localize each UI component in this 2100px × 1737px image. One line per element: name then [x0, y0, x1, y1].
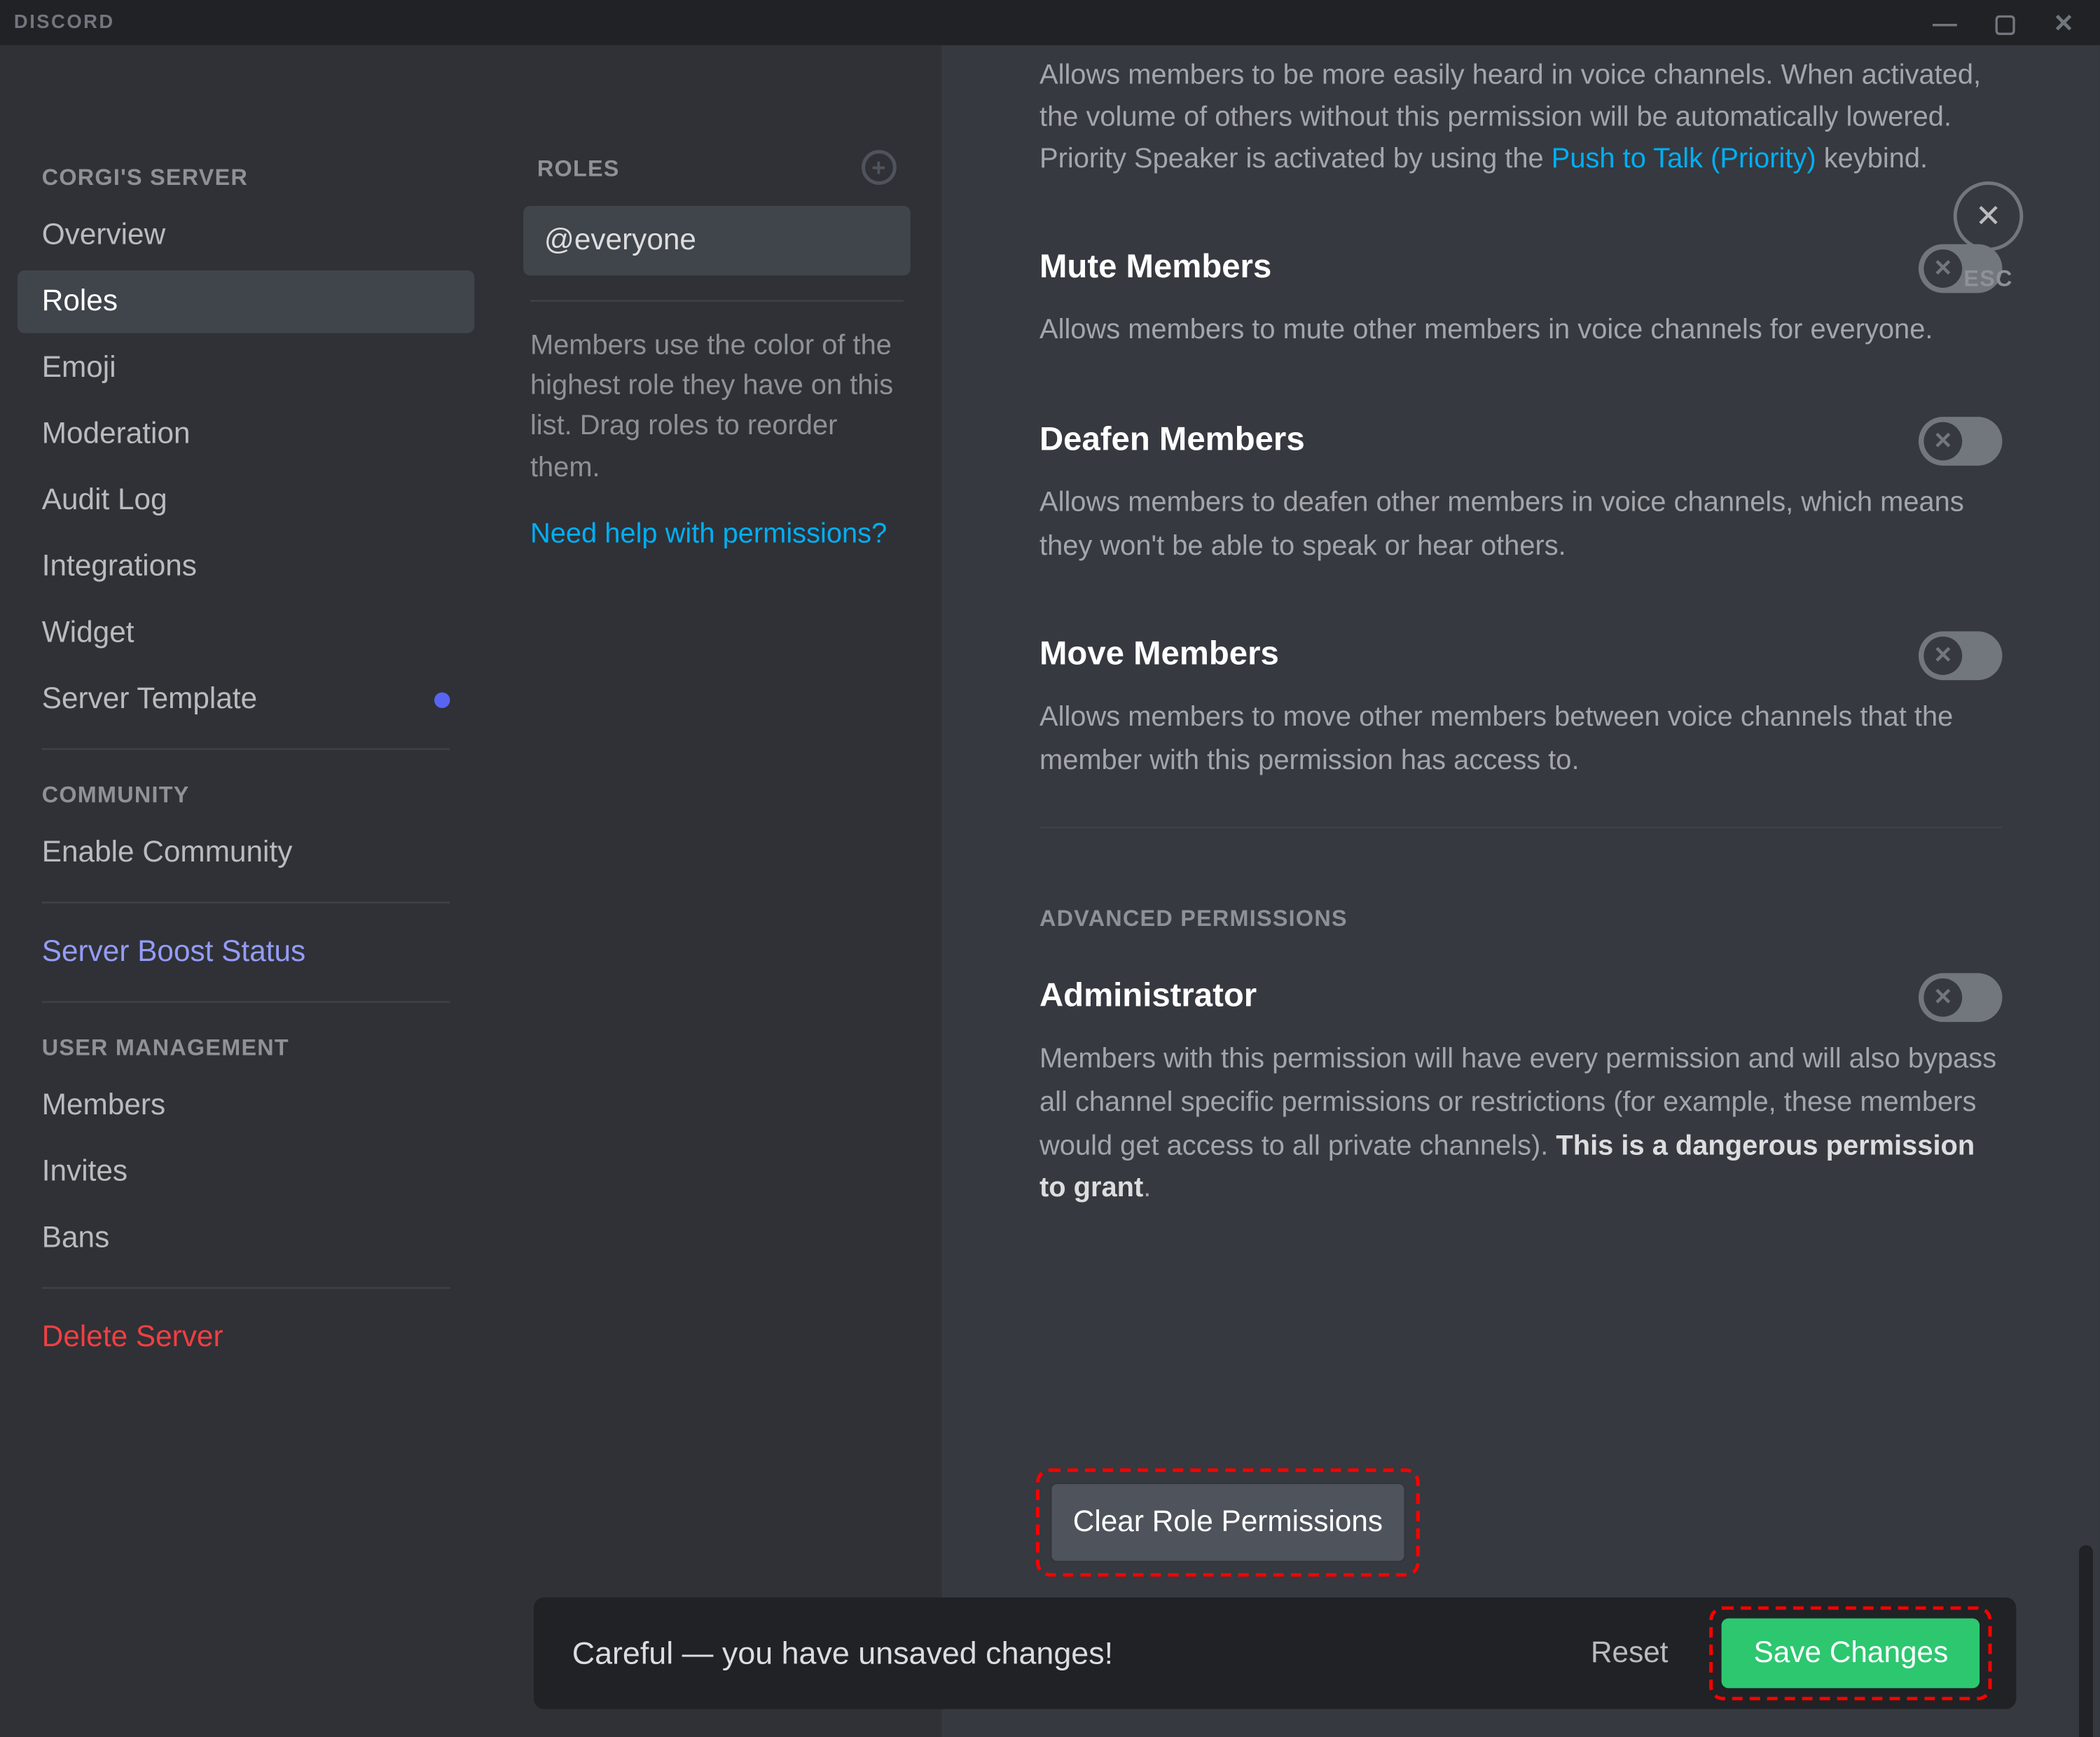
- permission-title: Move Members: [1039, 637, 1279, 676]
- desc-text: keybind.: [1816, 145, 1928, 174]
- sidebar-item-label: Emoji: [42, 350, 116, 385]
- permission-title: Mute Members: [1039, 249, 1271, 288]
- section-divider: [1039, 826, 2002, 828]
- roles-column: ROLES + @everyone Members use the color …: [492, 46, 941, 1737]
- sidebar-item-label: Bans: [42, 1221, 109, 1256]
- toggle-knob-off-icon: ✕: [1923, 978, 1962, 1017]
- permission-description: Allows members to mute other members in …: [1039, 310, 2002, 354]
- toggle-knob-off-icon: ✕: [1923, 637, 1962, 676]
- sidebar-item-label: Invites: [42, 1154, 127, 1189]
- community-header: COMMUNITY: [18, 768, 474, 818]
- sidebar-item-audit-log[interactable]: Audit Log: [18, 469, 474, 532]
- roles-hint: Members use the color of the highest rol…: [509, 326, 925, 488]
- scrollbar-thumb[interactable]: [2079, 1545, 2093, 1737]
- unsaved-changes-text: Careful — you have unsaved changes!: [572, 1635, 1113, 1671]
- advanced-permissions-header: ADVANCED PERMISSIONS: [1039, 905, 2002, 931]
- sidebar-item-label: Overview: [42, 218, 165, 253]
- save-changes-button[interactable]: Save Changes: [1722, 1619, 1980, 1689]
- window-maximize-icon[interactable]: ▢: [1994, 11, 2018, 35]
- permission-description: Allows members to move other members bet…: [1039, 698, 2002, 784]
- permission-mute-members: Mute Members ✕ Allows members to mute ot…: [1039, 244, 2002, 354]
- permission-move-members: Move Members ✕ Allows members to move ot…: [1039, 632, 2002, 828]
- sidebar-item-widget[interactable]: Widget: [18, 602, 474, 665]
- window-close-icon[interactable]: ✕: [2053, 11, 2075, 35]
- role-item-everyone[interactable]: @everyone: [523, 206, 911, 276]
- sidebar-item-moderation[interactable]: Moderation: [18, 403, 474, 466]
- notification-dot-icon: [434, 691, 450, 707]
- permission-administrator: Administrator ✕ Members with this permis…: [1039, 973, 2002, 1212]
- roles-divider: [530, 300, 904, 301]
- sidebar-item-overview[interactable]: Overview: [18, 204, 474, 267]
- permission-deafen-members: Deafen Members ✕ Allows members to deafe…: [1039, 417, 2002, 569]
- toggle-deafen-members[interactable]: ✕: [1919, 417, 2003, 466]
- sidebar-item-label: Moderation: [42, 417, 191, 452]
- sidebar-divider: [42, 1001, 450, 1002]
- sidebar-item-label: Server Template: [42, 682, 257, 717]
- close-icon[interactable]: ✕: [1954, 181, 2024, 251]
- sidebar-item-label: Roles: [42, 284, 118, 319]
- sidebar-item-label: Server Boost Status: [42, 935, 305, 970]
- sidebar-item-delete-server[interactable]: Delete Server: [18, 1306, 474, 1369]
- settings-sidebar: CORGI'S SERVER Overview Roles Emoji Mode…: [0, 46, 492, 1737]
- unsaved-changes-bar: Careful — you have unsaved changes! Rese…: [534, 1598, 2016, 1709]
- role-name: @everyone: [544, 223, 696, 256]
- sidebar-item-label: Members: [42, 1088, 165, 1123]
- permission-description: Allows members to deafen other members i…: [1039, 483, 2002, 569]
- user-management-header: USER MANAGEMENT: [18, 1020, 474, 1071]
- sidebar-item-integrations[interactable]: Integrations: [18, 535, 474, 598]
- toggle-knob-off-icon: ✕: [1923, 422, 1962, 460]
- window-titlebar: DISCORD ― ▢ ✕: [0, 0, 2100, 46]
- permission-description: Members with this permission will have e…: [1039, 1039, 2002, 1212]
- sidebar-item-roles[interactable]: Roles: [18, 270, 474, 333]
- sidebar-divider: [42, 1287, 450, 1289]
- highlight-clear-role-permissions: Clear Role Permissions: [1036, 1469, 1420, 1577]
- close-settings[interactable]: ✕ ESC: [1954, 181, 2024, 291]
- plus-icon: +: [871, 155, 887, 180]
- clear-role-permissions-button[interactable]: Clear Role Permissions: [1050, 1482, 1406, 1563]
- highlight-save-changes: Save Changes: [1710, 1606, 1991, 1700]
- sidebar-item-emoji[interactable]: Emoji: [18, 337, 474, 400]
- sidebar-item-label: Delete Server: [42, 1320, 223, 1355]
- sidebar-item-label: Audit Log: [42, 483, 167, 518]
- toggle-move-members[interactable]: ✕: [1919, 632, 2003, 681]
- permission-title: Deafen Members: [1039, 422, 1305, 460]
- roles-header: ROLES: [537, 154, 620, 180]
- esc-label: ESC: [1963, 265, 2012, 291]
- reset-button[interactable]: Reset: [1577, 1619, 1682, 1689]
- sidebar-item-server-boost[interactable]: Server Boost Status: [18, 921, 474, 984]
- sidebar-item-invites[interactable]: Invites: [18, 1140, 474, 1203]
- server-name-header: CORGI'S SERVER: [18, 150, 474, 200]
- permissions-help-link[interactable]: Need help with permissions?: [509, 488, 925, 582]
- sidebar-divider: [42, 748, 450, 749]
- sidebar-item-label: Integrations: [42, 549, 197, 584]
- sidebar-item-enable-community[interactable]: Enable Community: [18, 822, 474, 885]
- permission-title: Administrator: [1039, 978, 1257, 1017]
- push-to-talk-keybind-link[interactable]: Push to Talk (Priority): [1552, 145, 1816, 174]
- sidebar-item-label: Enable Community: [42, 836, 293, 871]
- sidebar-item-members[interactable]: Members: [18, 1074, 474, 1137]
- sidebar-item-label: Widget: [42, 616, 134, 651]
- add-role-button[interactable]: +: [862, 150, 897, 185]
- toggle-administrator[interactable]: ✕: [1919, 973, 2003, 1022]
- priority-speaker-description: Allows members to be more easily heard i…: [1039, 46, 2002, 181]
- app-wordmark: DISCORD: [14, 12, 115, 33]
- sidebar-item-bans[interactable]: Bans: [18, 1207, 474, 1270]
- sidebar-divider: [42, 901, 450, 903]
- sidebar-item-server-template[interactable]: Server Template: [18, 668, 474, 731]
- window-minimize-icon[interactable]: ―: [1933, 11, 1959, 35]
- desc-text: .: [1143, 1175, 1151, 1204]
